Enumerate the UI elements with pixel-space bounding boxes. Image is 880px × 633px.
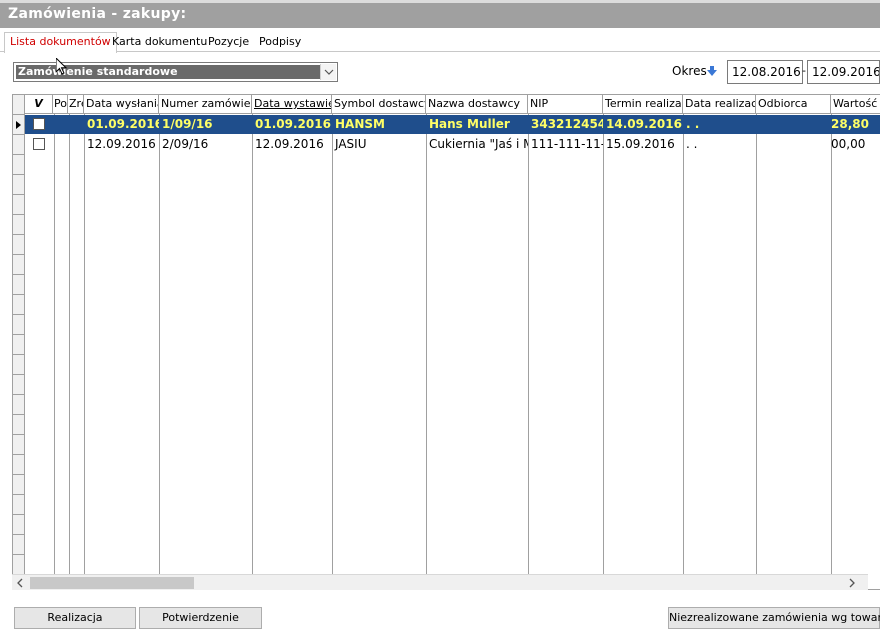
col-separator (831, 114, 832, 575)
chevron-right-icon[interactable] (844, 575, 860, 591)
row-indicator-line (13, 254, 25, 255)
col-header-termin-realizacji[interactable]: Termin realizacji (603, 95, 683, 114)
col-header-odbiorca[interactable]: Odbiorca (756, 95, 831, 114)
col-header-symbol-dostawcy[interactable]: Symbol dostawcy (332, 95, 426, 114)
tab-strip: Lista dokumentów Karta dokumentu Pozycje… (0, 28, 880, 53)
potwierdzenie-button[interactable]: Potwierdzenie (139, 607, 262, 629)
row-indicator-column (13, 95, 25, 575)
documents-grid[interactable]: V Po Zre Data wysłania Numer zamówienia … (12, 94, 880, 590)
cell-data-realizacji: . . (686, 117, 700, 131)
period-label: Okres (672, 64, 707, 78)
chevron-left-icon[interactable] (12, 575, 28, 591)
row-indicator-line (13, 234, 25, 235)
chevron-down-icon[interactable] (320, 64, 336, 80)
col-header-v[interactable]: V (25, 95, 53, 114)
col-separator (54, 114, 55, 575)
horizontal-scrollbar[interactable] (12, 574, 868, 590)
col-header-nip[interactable]: NIP (528, 95, 603, 114)
col-separator (69, 114, 70, 575)
row-indicator-line (13, 194, 25, 195)
period-to-field[interactable]: 12.09.2016 (807, 60, 880, 84)
row-pointer-icon (16, 121, 21, 129)
col-header-numer-zamowienia[interactable]: Numer zamówienia (159, 95, 252, 114)
row-indicator-line (13, 454, 25, 455)
cell-nip: 111-111-11-11 (531, 137, 603, 151)
cell-nazwa: Hans Muller (429, 117, 510, 131)
period-separator: - (802, 64, 806, 77)
arrow-down-icon[interactable] (707, 66, 717, 76)
cell-odbiorca (756, 115, 831, 134)
row-indicator-line (13, 354, 25, 355)
col-header-po[interactable]: Po (53, 95, 68, 114)
row-indicator-line (13, 434, 25, 435)
row-indicator-line (13, 214, 25, 215)
row-indicator-line (13, 334, 25, 335)
row-indicator-line (13, 314, 25, 315)
cell-wartosc: 28,80 (831, 117, 869, 131)
window-title: Zamówienia - zakupy: (8, 6, 187, 22)
col-header-zre[interactable]: Zre (68, 95, 84, 114)
row-indicator-line (13, 114, 25, 115)
scrollbar-thumb[interactable] (30, 577, 194, 589)
row-indicator-line (13, 554, 25, 555)
cell-numer: 2/09/16 (162, 137, 209, 151)
col-separator (84, 114, 85, 575)
cell-odbiorca (756, 135, 831, 154)
row-indicator-line (13, 394, 25, 395)
tab-lista-dokumentow[interactable]: Lista dokumentów (4, 32, 117, 53)
row-indicator-line (13, 174, 25, 175)
row-checkbox[interactable] (33, 118, 45, 130)
tab-pozycje[interactable]: Pozycje (202, 32, 255, 52)
cell-termin: 14.09.2016 (606, 117, 682, 131)
row-indicator-line (13, 534, 25, 535)
col-separator (332, 114, 333, 575)
row-indicator-line (13, 474, 25, 475)
cell-wartosc: 00,00 (831, 137, 866, 151)
period-from-field[interactable]: 12.08.2016 (727, 60, 803, 84)
col-separator (756, 114, 757, 575)
row-indicator-line (13, 274, 25, 275)
cell-symbol: JASIU (335, 137, 367, 151)
row-indicator-line (13, 134, 25, 135)
tab-podpisy[interactable]: Podpisy (253, 32, 307, 52)
cell-data-wyslania: 01.09.2016 (87, 117, 159, 131)
niezrealizowane-zamowienia-button[interactable]: Niezrealizowane zamówienia wg towarów (668, 607, 880, 629)
col-header-data-realizacji[interactable]: Data realizacji (683, 95, 756, 114)
col-separator (603, 114, 604, 575)
col-header-data-wystawienia[interactable]: Data wystawienia (252, 95, 332, 114)
row-indicator-line (13, 374, 25, 375)
tab-karta-dokumentu[interactable]: Karta dokumentu (106, 32, 213, 52)
cell-symbol: HANSM (335, 117, 385, 131)
mouse-pointer-icon (56, 58, 68, 75)
cell-numer: 1/09/16 (162, 117, 213, 131)
col-header-wartosc[interactable]: Wartość (831, 95, 880, 114)
row-indicator-line (13, 494, 25, 495)
col-header-nazwa-dostawcy[interactable]: Nazwa dostawcy (426, 95, 528, 114)
cell-data-realizacji: . . (686, 137, 698, 151)
realizacja-button[interactable]: Realizacja (14, 607, 136, 629)
cell-data-wystawienia: 12.09.2016 (255, 137, 324, 151)
window-title-bar: Zamówienia - zakupy: (0, 0, 880, 28)
col-separator (252, 114, 253, 575)
row-indicator-line (13, 294, 25, 295)
row-indicator-line (13, 514, 25, 515)
col-separator (683, 114, 684, 575)
cell-nazwa: Cukiernia "Jaś i Małgosia" (429, 137, 528, 151)
row-indicator-line (13, 414, 25, 415)
cell-nip: 343212454 (531, 117, 603, 131)
cell-data-wyslania: 12.09.2016 (87, 137, 156, 151)
row-indicator-line (13, 154, 25, 155)
row-checkbox[interactable] (33, 138, 45, 150)
col-separator (528, 114, 529, 575)
col-header-data-wyslania[interactable]: Data wysłania (84, 95, 159, 114)
cell-termin: 15.09.2016 (606, 137, 675, 151)
cell-data-wystawienia: 01.09.2016 (255, 117, 331, 131)
col-separator (426, 114, 427, 575)
col-separator (159, 114, 160, 575)
